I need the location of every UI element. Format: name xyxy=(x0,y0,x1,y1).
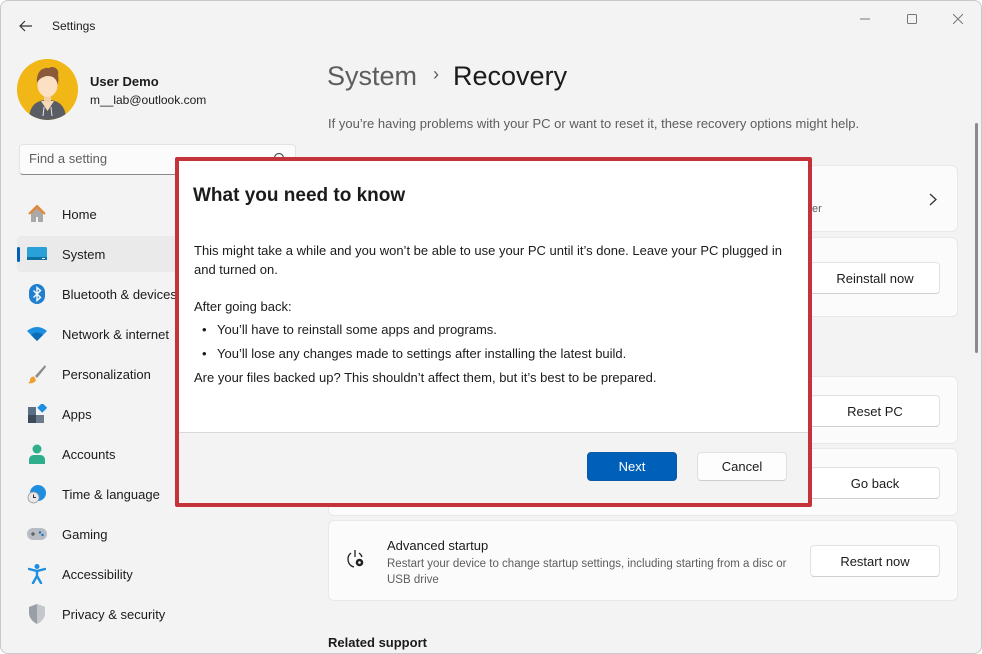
app-title: Settings xyxy=(52,19,96,33)
bluetooth-icon xyxy=(27,284,47,304)
sidebar-item-label: Gaming xyxy=(62,527,108,542)
sidebar-item-label: Accounts xyxy=(62,447,116,462)
chevron-right-icon: › xyxy=(433,64,440,84)
user-profile[interactable]: User Demo m__lab@outlook.com xyxy=(17,59,287,121)
user-email: m__lab@outlook.com xyxy=(90,93,207,107)
apps-icon xyxy=(27,404,47,424)
advanced-startup-title: Advanced startup xyxy=(387,538,489,553)
maximize-icon xyxy=(907,14,917,24)
maximize-button[interactable] xyxy=(895,7,929,31)
sidebar-item-label: Privacy & security xyxy=(62,607,166,622)
next-button[interactable]: Next xyxy=(587,452,677,481)
accessibility-icon xyxy=(27,564,47,584)
dialog-bullet-list: You’ll have to reinstall some apps and p… xyxy=(202,320,794,363)
brush-icon xyxy=(27,364,47,384)
sidebar-item-accessibility[interactable]: Accessibility xyxy=(17,556,297,592)
sidebar-item-label: System xyxy=(62,247,106,262)
restart-now-button[interactable]: Restart now xyxy=(810,545,940,577)
dialog-bullet: You’ll lose any changes made to settings… xyxy=(202,344,794,363)
close-icon xyxy=(953,14,963,24)
dialog-list-heading: After going back: xyxy=(194,299,292,314)
back-arrow-icon xyxy=(19,20,32,32)
reset-pc-button[interactable]: Reset PC xyxy=(810,395,940,427)
sidebar-item-label: Network & internet xyxy=(62,327,169,342)
advanced-startup-card: Advanced startup Restart your device to … xyxy=(328,520,958,601)
shield-icon xyxy=(27,604,47,624)
reinstall-now-button[interactable]: Reinstall now xyxy=(810,262,940,294)
dialog-closing-text: Are your files backed up? This shouldn’t… xyxy=(194,370,657,385)
minimize-icon xyxy=(860,18,870,20)
dialog-body: This might take a while and you won’t be… xyxy=(194,241,794,387)
active-indicator xyxy=(17,247,20,262)
page-description: If you’re having problems with your PC o… xyxy=(328,116,860,131)
chevron-right-icon xyxy=(929,193,937,206)
go-back-button[interactable]: Go back xyxy=(810,467,940,499)
cancel-button[interactable]: Cancel xyxy=(697,452,787,481)
user-name: User Demo xyxy=(90,74,159,89)
title-bar: Settings xyxy=(1,1,981,47)
breadcrumb: System › Recovery xyxy=(327,61,567,92)
page-title: Recovery xyxy=(453,61,568,91)
accounts-icon xyxy=(27,444,47,464)
user-avatar-icon xyxy=(17,59,78,120)
advanced-startup-description: Restart your device to change startup se… xyxy=(387,558,787,586)
dialog-footer: Next Cancel xyxy=(179,432,808,503)
back-button[interactable] xyxy=(13,13,39,39)
wifi-icon xyxy=(27,324,47,344)
sidebar-item-label: Apps xyxy=(62,407,92,422)
sidebar-item-label: Personalization xyxy=(62,367,151,382)
sidebar-item-label: Home xyxy=(62,207,97,222)
minimize-button[interactable] xyxy=(848,7,882,31)
globe-clock-icon xyxy=(27,484,47,504)
scrollbar[interactable] xyxy=(975,123,978,353)
dialog-title: What you need to know xyxy=(193,185,406,206)
close-button[interactable] xyxy=(941,7,975,31)
sidebar-item-label: Accessibility xyxy=(62,567,133,582)
sidebar-item-gaming[interactable]: Gaming xyxy=(17,516,297,552)
sidebar-item-label: Bluetooth & devices xyxy=(62,287,177,302)
breadcrumb-parent[interactable]: System xyxy=(327,61,417,92)
avatar xyxy=(17,59,78,120)
dialog-paragraph: This might take a while and you won’t be… xyxy=(194,243,782,277)
gamepad-icon xyxy=(27,524,47,544)
what-you-need-to-know-dialog: What you need to know This might take a … xyxy=(175,157,812,507)
related-support-heading: Related support xyxy=(328,635,427,650)
dialog-bullet: You’ll have to reinstall some apps and p… xyxy=(202,320,794,339)
sidebar-item-privacy-security[interactable]: Privacy & security xyxy=(17,596,297,632)
sidebar-item-label: Time & language xyxy=(62,487,160,502)
advanced-startup-icon xyxy=(347,550,364,568)
settings-window: Settings User Demo m__lab@outlook.com Fi… xyxy=(0,0,982,654)
system-icon xyxy=(27,244,47,264)
home-icon xyxy=(27,204,47,224)
